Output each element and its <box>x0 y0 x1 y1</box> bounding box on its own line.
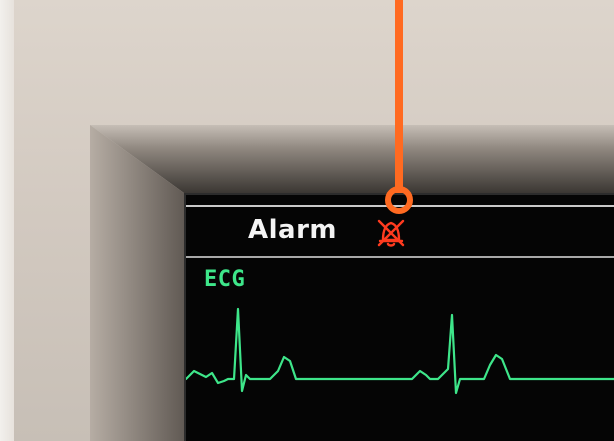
alarm-muted-icon <box>377 219 405 247</box>
ecg-display-screen: Alarm ECG <box>184 193 614 441</box>
header-divider-bottom <box>186 256 614 258</box>
monitor-photo: Alarm ECG <box>0 0 614 441</box>
ecg-label: ECG <box>204 267 246 292</box>
ecg-waveform <box>186 307 614 395</box>
callout-pointer-line <box>395 0 403 193</box>
callout-pointer-marker <box>385 186 413 214</box>
alarm-label: Alarm <box>248 215 337 245</box>
